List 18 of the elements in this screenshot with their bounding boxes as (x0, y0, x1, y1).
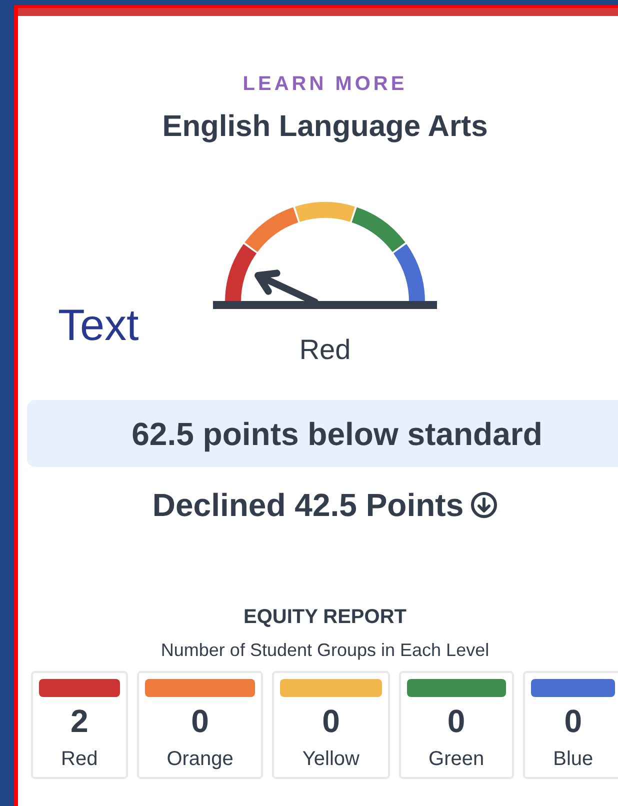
level-count: 0 (191, 705, 209, 737)
subject-title: English Language Arts (162, 112, 488, 142)
level-count: 2 (70, 705, 88, 737)
status-label: Red (299, 336, 351, 364)
level-label: Blue (552, 749, 594, 769)
equity-report-heading: EQUITY REPORT (244, 607, 406, 627)
level-count: 0 (322, 705, 340, 737)
overlay-label: Text (58, 304, 139, 348)
distance-banner: 62.5 points below standard (27, 400, 618, 467)
level-count: 0 (447, 705, 466, 737)
change-text: Declined 42.5 Points (152, 489, 464, 521)
level-label: Orange (166, 749, 234, 769)
level-label: Yellow (301, 749, 361, 769)
level-label: Green (428, 749, 486, 769)
level-count: 0 (564, 705, 582, 737)
level-label: Red (60, 749, 99, 769)
equity-report-subtitle: Number of Student Groups in Each Level (160, 641, 490, 659)
learn-more-link[interactable]: LEARN MORE (242, 74, 408, 94)
